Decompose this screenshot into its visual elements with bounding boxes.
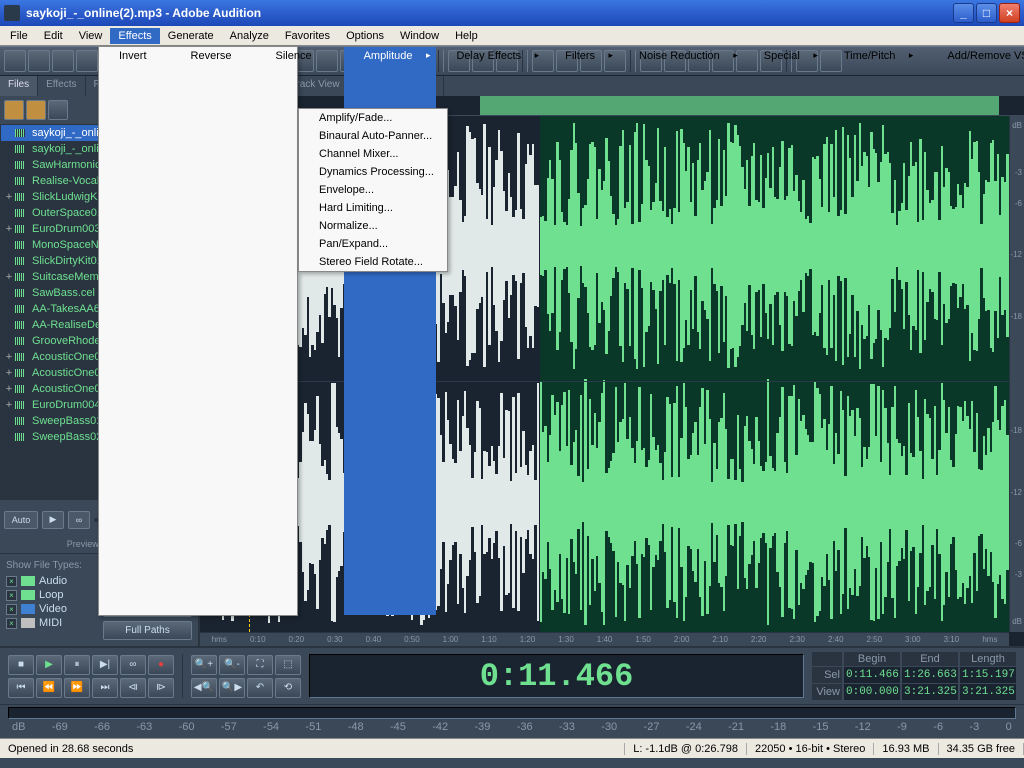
menubar: FileEditViewEffectsGenerateAnalyzeFavori… — [0, 26, 1024, 46]
play-selection-button[interactable]: ▶| — [92, 655, 118, 675]
forward-button[interactable]: ⏩ — [64, 678, 90, 698]
record-button[interactable]: ● — [148, 655, 174, 675]
selview-value[interactable]: 1:26.663 — [902, 667, 958, 683]
maximize-button[interactable]: □ — [976, 3, 997, 23]
import-file-button[interactable] — [4, 100, 24, 120]
preview-play-button[interactable]: ▶ — [42, 511, 64, 529]
menu-options[interactable]: Options — [338, 28, 392, 44]
sidebar-tab-effects[interactable]: Effects — [38, 76, 85, 96]
prev-marker-button[interactable]: ⧏ — [120, 678, 146, 698]
zoom-full-button[interactable]: ⛶ — [247, 655, 273, 675]
stop-button[interactable]: ■ — [8, 655, 34, 675]
statusbar: Opened in 28.68 seconds L: -1.1dB @ 0:26… — [0, 738, 1024, 758]
level-meter[interactable]: dB-69-66-63-60-57-54-51-48-45-42-39-36-3… — [0, 704, 1024, 738]
folder-button[interactable] — [26, 100, 46, 120]
selview-value[interactable]: 0:00.000 — [844, 684, 900, 700]
menu-generate[interactable]: Generate — [160, 28, 222, 44]
go-end-button[interactable]: ⏭ — [92, 678, 118, 698]
selection-view-panel: BeginEndLengthSel0:11.4661:26.6631:15.19… — [812, 652, 1016, 700]
close-button[interactable]: × — [999, 3, 1020, 23]
menuitem-reverse[interactable]: Reverse — [171, 47, 256, 615]
menu-edit[interactable]: Edit — [36, 28, 71, 44]
menu-view[interactable]: View — [71, 28, 111, 44]
preview-loop-button[interactable]: ∞ — [68, 511, 90, 529]
menu-favorites[interactable]: Favorites — [277, 28, 338, 44]
status-free: 34.35 GB free — [939, 743, 1024, 755]
zoom-in-left-button[interactable]: ◀🔍 — [191, 678, 217, 698]
menuitem-filters[interactable]: Filters — [545, 47, 619, 615]
filetype-audio[interactable]: ×Audio — [6, 575, 95, 587]
selview-value[interactable]: 0:11.466 — [844, 667, 900, 683]
next-marker-button[interactable]: ⧐ — [148, 678, 174, 698]
play-button[interactable]: ▶ — [36, 655, 62, 675]
selview-value[interactable]: 3:21.325 — [902, 684, 958, 700]
file-types-label: Show File Types: — [6, 560, 95, 571]
menuitem-pan-expand-[interactable]: Pan/Expand... — [299, 235, 447, 253]
rewind-button[interactable]: ⏪ — [36, 678, 62, 698]
menuitem-envelope-[interactable]: Envelope... — [299, 181, 447, 199]
filetype-midi[interactable]: ×MIDI — [6, 617, 95, 629]
status-level: L: -1.1dB @ 0:26.798 — [625, 743, 747, 755]
filetype-loop[interactable]: ×Loop — [6, 589, 95, 601]
menu-help[interactable]: Help — [447, 28, 486, 44]
close-file-button[interactable] — [48, 100, 68, 120]
menuitem-invert[interactable]: Invert — [99, 47, 171, 615]
menuitem-stereo-field-rotate-[interactable]: Stereo Field Rotate... — [299, 253, 447, 271]
auto-button[interactable]: Auto — [4, 511, 38, 529]
menuitem-add-remove-vst-directory-[interactable]: Add/Remove VST Directory... — [927, 47, 1024, 615]
menuitem-amplify-fade-[interactable]: Amplify/Fade... — [299, 109, 447, 127]
menu-analyze[interactable]: Analyze — [222, 28, 277, 44]
menuitem-normalize-[interactable]: Normalize... — [299, 217, 447, 235]
sidebar-tab-files[interactable]: Files — [0, 76, 38, 96]
status-format: 22050 • 16-bit • Stereo — [747, 743, 874, 755]
toolbar-button-1[interactable] — [28, 50, 50, 72]
status-size: 16.93 MB — [874, 743, 938, 755]
filetype-video[interactable]: ×Video — [6, 603, 95, 615]
status-opened: Opened in 28.68 seconds — [0, 743, 625, 755]
zoom-in-right-button[interactable]: 🔍▶ — [219, 678, 245, 698]
menuitem-time-pitch[interactable]: Time/Pitch — [824, 47, 920, 615]
menu-effects[interactable]: Effects — [110, 28, 159, 44]
time-display[interactable]: 0:11.466 — [309, 654, 804, 698]
titlebar: saykoji_-_online(2).mp3 - Adobe Audition… — [0, 0, 1024, 26]
transport-bar: ■ ▶ ⏸ ▶| ∞ ● ⏮ ⏪ ⏩ ⏭ ⧏ ⧐ 🔍+ 🔍- ⛶ ⬚ ◀🔍 🔍▶… — [0, 646, 1024, 704]
selview-value[interactable]: 1:15.197 — [960, 667, 1016, 683]
titlebar-text: saykoji_-_online(2).mp3 - Adobe Audition — [26, 6, 953, 20]
app-icon — [4, 5, 20, 21]
zoom-in-button[interactable]: 🔍+ — [191, 655, 217, 675]
toolbar-button-3[interactable] — [76, 50, 98, 72]
toolbar-button-0[interactable] — [4, 50, 26, 72]
loop-button[interactable]: ∞ — [120, 655, 146, 675]
effects-menu-dropdown: InvertReverseSilenceAmplitudeDelay Effec… — [98, 46, 298, 616]
full-paths-button[interactable]: Full Paths — [103, 621, 192, 640]
menuitem-channel-mixer-[interactable]: Channel Mixer... — [299, 145, 447, 163]
menuitem-hard-limiting-[interactable]: Hard Limiting... — [299, 199, 447, 217]
zoom-prev-button[interactable]: ↶ — [247, 678, 273, 698]
zoom-out-button[interactable]: 🔍- — [219, 655, 245, 675]
menuitem-delay-effects[interactable]: Delay Effects — [436, 47, 545, 615]
menuitem-dynamics-processing-[interactable]: Dynamics Processing... — [299, 163, 447, 181]
menuitem-noise-reduction[interactable]: Noise Reduction — [619, 47, 744, 615]
pause-button[interactable]: ⏸ — [64, 655, 90, 675]
minimize-button[interactable]: _ — [953, 3, 974, 23]
menuitem-special[interactable]: Special — [744, 47, 824, 615]
go-start-button[interactable]: ⏮ — [8, 678, 34, 698]
zoom-reset-button[interactable]: ⟲ — [275, 678, 301, 698]
menu-file[interactable]: File — [2, 28, 36, 44]
zoom-sel-button[interactable]: ⬚ — [275, 655, 301, 675]
menuitem-binaural-auto-panner-[interactable]: Binaural Auto-Panner... — [299, 127, 447, 145]
toolbar-button-2[interactable] — [52, 50, 74, 72]
menu-window[interactable]: Window — [392, 28, 447, 44]
amplitude-submenu: Amplify/Fade...Binaural Auto-Panner...Ch… — [298, 108, 448, 272]
selview-value[interactable]: 3:21.325 — [960, 684, 1016, 700]
time-ruler[interactable]: hms0:100:200:300:400:501:001:101:201:301… — [200, 632, 1009, 646]
